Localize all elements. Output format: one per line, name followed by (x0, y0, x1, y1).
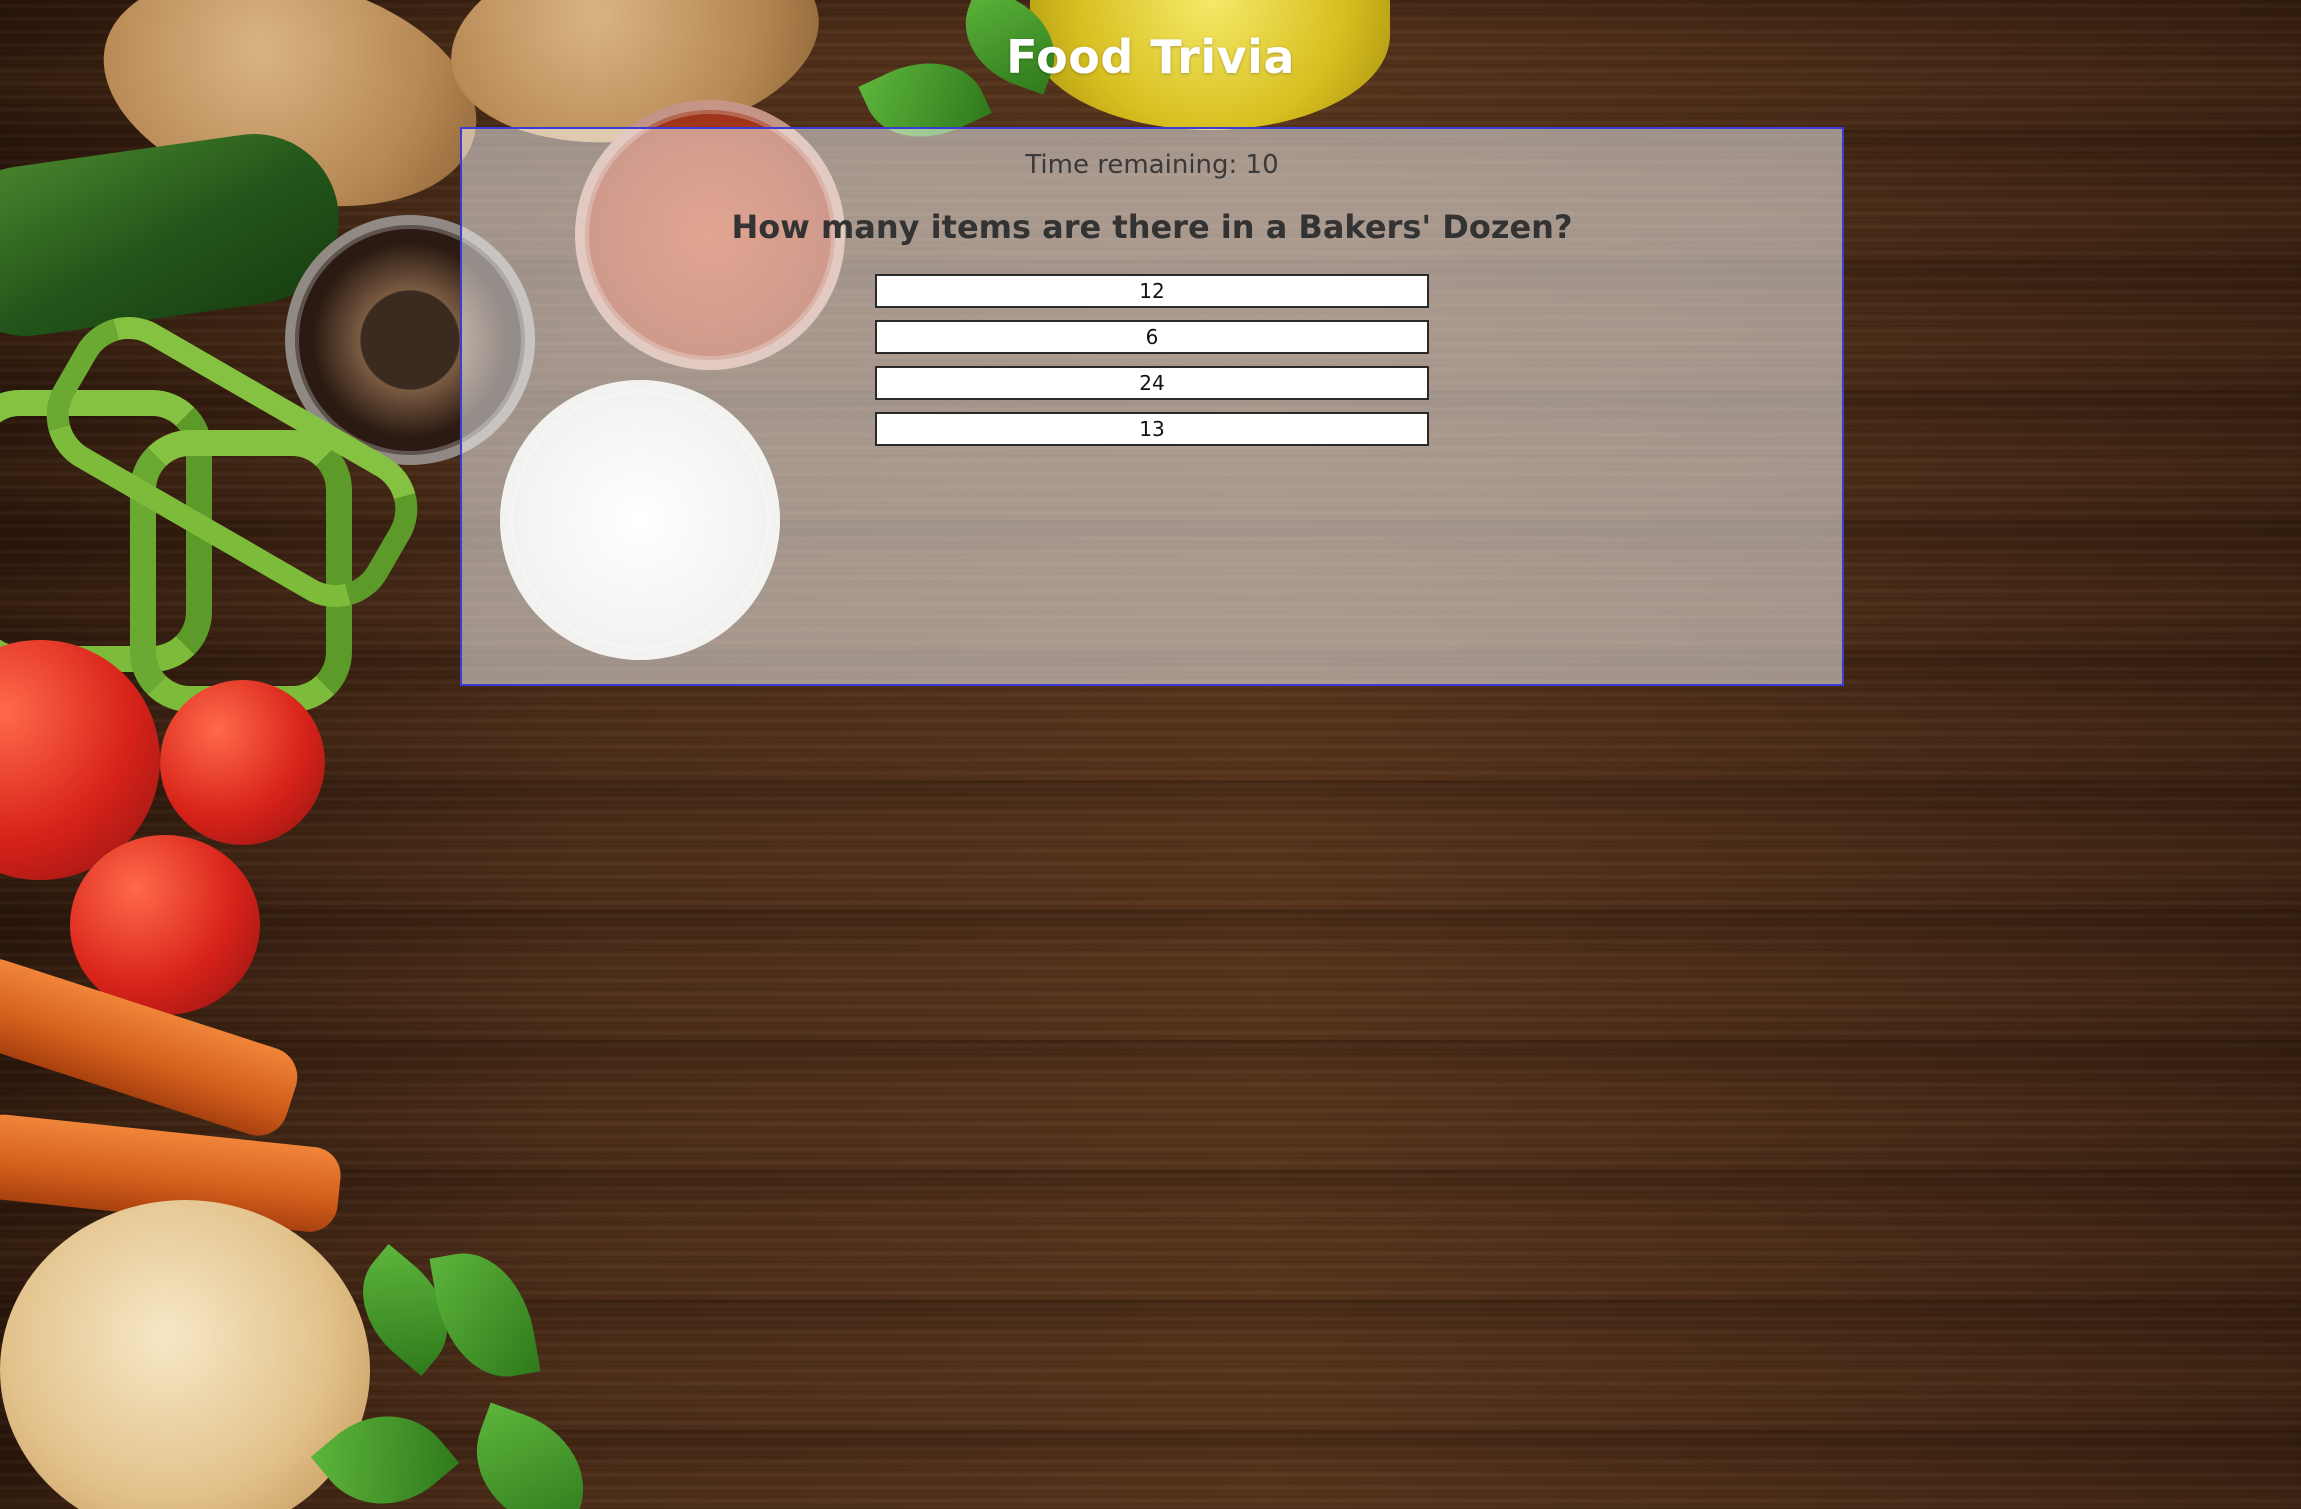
answer-button-3[interactable]: 24 (875, 366, 1429, 400)
answer-button-4[interactable]: 13 (875, 412, 1429, 446)
basil-leaf-icon (456, 1402, 604, 1509)
answer-list: 12 6 24 13 (462, 274, 1842, 446)
tomato-icon (160, 680, 325, 845)
timer-text: Time remaining: 10 (1025, 150, 1279, 180)
tomato-icon (70, 835, 260, 1015)
basil-leaf-icon (429, 1243, 541, 1387)
answer-button-2[interactable]: 6 (875, 320, 1429, 354)
quiz-panel: Time remaining: 10 How many items are th… (460, 127, 1844, 686)
page-title: Food Trivia (1006, 30, 1295, 84)
question-text: How many items are there in a Bakers' Do… (731, 208, 1573, 246)
answer-button-1[interactable]: 12 (875, 274, 1429, 308)
